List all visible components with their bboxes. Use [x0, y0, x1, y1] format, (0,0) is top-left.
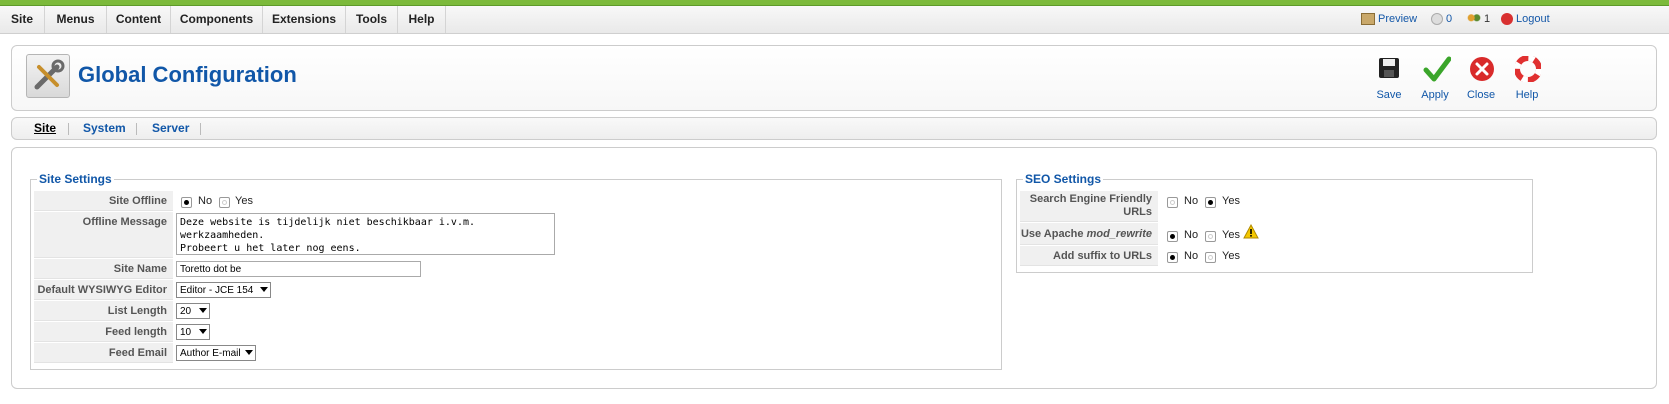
site-name-input[interactable]: Toretto dot be	[176, 261, 421, 277]
preview-icon	[1361, 13, 1375, 26]
lifebuoy-icon	[1515, 56, 1541, 82]
mod-rewrite-no-radio[interactable]	[1167, 231, 1178, 242]
sef-urls-yes-radio[interactable]	[1205, 197, 1216, 208]
tab-site[interactable]: Site	[34, 118, 56, 139]
site-settings-legend: Site Settings	[39, 172, 112, 186]
site-offline-label: Site Offline	[34, 191, 173, 211]
main-menu-bar: Site Menus Content Components Extensions…	[0, 6, 1669, 34]
chevron-down-icon	[260, 287, 268, 292]
list-length-select[interactable]: 20	[176, 303, 210, 319]
site-name-label: Site Name	[34, 259, 173, 279]
settings-panel: Site Settings Site Offline No Yes Offlin…	[11, 147, 1657, 389]
menu-tools[interactable]: Tools	[346, 6, 398, 33]
checkmark-icon	[1423, 56, 1451, 82]
close-icon	[1470, 57, 1494, 81]
offline-message-label: Offline Message	[34, 212, 173, 258]
page-title: Global Configuration	[78, 62, 297, 87]
menu-site[interactable]: Site	[0, 6, 45, 33]
list-length-label: List Length	[34, 301, 173, 321]
toolbar-box: Global Configuration Save Apply Close He…	[11, 45, 1657, 111]
config-tabs: Site System Server	[11, 117, 1657, 140]
floppy-icon	[1379, 58, 1399, 78]
seo-settings-legend: SEO Settings	[1025, 172, 1102, 186]
menu-extensions[interactable]: Extensions	[263, 6, 346, 33]
url-suffix-yes-radio[interactable]	[1205, 252, 1216, 263]
feed-email-select[interactable]: Author E-mail	[176, 345, 256, 361]
mod-rewrite-yes-radio[interactable]	[1205, 231, 1216, 242]
tab-divider	[200, 123, 201, 135]
site-offline-yes-radio[interactable]	[219, 197, 230, 208]
menu-menus[interactable]: Menus	[45, 6, 107, 33]
users-online-count: 1	[1467, 6, 1490, 33]
tab-server[interactable]: Server	[152, 118, 189, 139]
tab-divider	[136, 123, 137, 135]
warning-icon	[1243, 224, 1259, 239]
feed-email-label: Feed Email	[34, 343, 173, 363]
url-suffix-label: Add suffix to URLs	[1020, 246, 1158, 266]
logout-link[interactable]: Logout	[1501, 6, 1550, 33]
editor-label: Default WYSIWYG Editor	[34, 280, 173, 300]
sef-urls-label: Search Engine Friendly URLs	[1020, 191, 1158, 222]
help-button[interactable]: Help	[1503, 54, 1551, 102]
sef-urls-no-radio[interactable]	[1167, 197, 1178, 208]
site-offline-no-label: No	[198, 195, 213, 207]
mod-rewrite-no-label: No	[1184, 229, 1199, 241]
chevron-down-icon	[245, 350, 253, 355]
url-suffix-no-radio[interactable]	[1167, 252, 1178, 263]
messages-icon	[1431, 13, 1443, 26]
mod-rewrite-label: Use Apache mod_rewrite	[1020, 223, 1158, 245]
logout-icon	[1501, 13, 1513, 26]
messages-count[interactable]: 0	[1431, 6, 1452, 33]
url-suffix-yes-label: Yes	[1222, 250, 1240, 262]
site-offline-yes-label: Yes	[235, 195, 253, 207]
sef-urls-yes-label: Yes	[1222, 195, 1240, 207]
save-button[interactable]: Save	[1365, 54, 1413, 102]
menu-content[interactable]: Content	[107, 6, 171, 33]
menu-help[interactable]: Help	[398, 6, 446, 33]
url-suffix-no-label: No	[1184, 250, 1199, 262]
mod-rewrite-yes-label: Yes	[1222, 229, 1240, 241]
editor-select[interactable]: Editor - JCE 154	[176, 282, 271, 298]
feed-length-label: Feed length	[34, 322, 173, 342]
chevron-down-icon	[199, 329, 207, 334]
users-icon	[1467, 13, 1481, 26]
feed-length-select[interactable]: 10	[176, 324, 210, 340]
preview-link[interactable]: Preview	[1361, 6, 1417, 33]
site-offline-no-radio[interactable]	[181, 197, 192, 208]
apply-button[interactable]: Apply	[1411, 54, 1459, 102]
tab-divider	[68, 123, 69, 135]
tab-system[interactable]: System	[83, 118, 126, 139]
menu-components[interactable]: Components	[171, 6, 263, 33]
sef-urls-no-label: No	[1184, 195, 1199, 207]
config-tools-icon	[26, 54, 70, 98]
close-button[interactable]: Close	[1457, 54, 1505, 102]
chevron-down-icon	[199, 308, 207, 313]
offline-message-textarea[interactable]: Deze website is tijdelijk niet beschikba…	[176, 213, 555, 255]
